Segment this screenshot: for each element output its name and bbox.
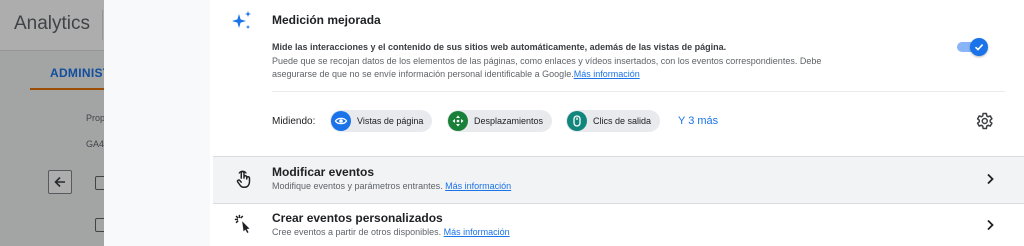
drawer-gutter bbox=[104, 0, 210, 246]
create-custom-events-row[interactable]: Crear eventos personalizados Cree evento… bbox=[213, 204, 1024, 246]
row-subtitle-text: Cree eventos a partir de otros disponibl… bbox=[272, 227, 442, 237]
click-sparkle-icon bbox=[234, 214, 250, 233]
description-line-2: asegurarse de que no se envíe informació… bbox=[272, 69, 574, 79]
chip-label: Clics de salida bbox=[593, 116, 652, 126]
chevron-right-icon bbox=[987, 219, 994, 231]
chip-label: Desplazamientos bbox=[474, 116, 544, 126]
eye-icon bbox=[331, 111, 351, 131]
description-line-1: Puede que se recojan datos de los elemen… bbox=[272, 56, 822, 66]
card-title: Medición mejorada bbox=[272, 13, 381, 27]
row-subtitle: Cree eventos a partir de otros disponibl… bbox=[272, 227, 510, 237]
chip-page-views[interactable]: Vistas de página bbox=[330, 110, 433, 132]
description-details: Puede que se recojan datos de los elemen… bbox=[272, 55, 932, 81]
modify-events-row[interactable]: Modificar eventos Modifique eventos y pa… bbox=[213, 157, 1024, 203]
chip-outbound-clicks[interactable]: Clics de salida bbox=[566, 110, 661, 132]
description-summary: Mide las interacciones y el contenido de… bbox=[272, 42, 727, 52]
learn-more-link[interactable]: Más información bbox=[444, 227, 510, 237]
chip-scrolls[interactable]: Desplazamientos bbox=[447, 110, 553, 132]
crosshair-icon bbox=[448, 111, 468, 131]
check-icon bbox=[974, 44, 984, 51]
learn-more-link[interactable]: Más información bbox=[574, 69, 640, 79]
row-title: Modificar eventos bbox=[272, 165, 375, 179]
mouse-icon bbox=[567, 111, 587, 131]
enhanced-measurement-toggle[interactable] bbox=[957, 37, 989, 57]
learn-more-link[interactable]: Más información bbox=[445, 181, 511, 191]
more-measurements-link[interactable]: Y 3 más bbox=[678, 115, 718, 127]
sparkle-icon bbox=[232, 11, 251, 29]
gear-icon[interactable] bbox=[974, 111, 994, 131]
divider bbox=[272, 91, 1005, 92]
row-subtitle-text: Modifique eventos y parámetros entrantes… bbox=[272, 181, 443, 191]
measuring-label: Midiendo: bbox=[272, 116, 316, 127]
row-title: Crear eventos personalizados bbox=[272, 211, 443, 225]
chip-label: Vistas de página bbox=[357, 116, 424, 126]
chevron-right-icon bbox=[987, 173, 994, 185]
toggle-knob bbox=[970, 38, 988, 56]
touch-icon bbox=[236, 170, 251, 188]
row-subtitle: Modifique eventos y parámetros entrantes… bbox=[272, 181, 511, 191]
